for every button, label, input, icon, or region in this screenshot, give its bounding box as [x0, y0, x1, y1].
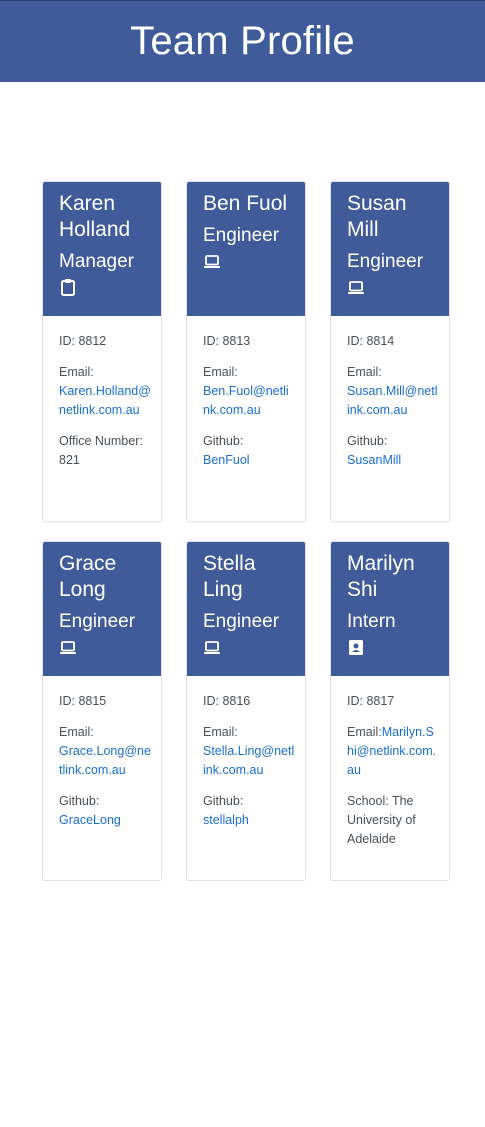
office-number-field: Office Number: 821: [59, 432, 151, 470]
clipboard-icon: [61, 279, 75, 296]
employee-name: Karen Holland: [59, 192, 131, 241]
employee-role: Manager: [59, 251, 134, 272]
email-field: Email:Marilyn.Shi@netlink.com.au: [347, 723, 439, 780]
email-label: Email:: [59, 365, 94, 379]
school-field: School: The University of Adelaide: [347, 792, 439, 849]
github-field: Github: BenFuol: [203, 432, 295, 470]
employee-name: Grace Long: [59, 552, 117, 601]
email-label: Email:: [59, 725, 94, 739]
employee-role: Intern: [347, 611, 396, 632]
employee-id: ID: 8812: [59, 334, 107, 348]
card-header: Marilyn Shi Intern: [331, 542, 449, 676]
office-number-label: Office Number:: [59, 434, 143, 448]
email-field: Email: Stella.Ling@netlink.com.au: [203, 723, 295, 780]
employee-role: Engineer: [59, 611, 136, 632]
email-link[interactable]: Karen.Holland@netlink.com.au: [59, 384, 151, 417]
github-field: Github: stellalph: [203, 792, 295, 830]
laptop-icon: [204, 641, 220, 654]
github-link[interactable]: BenFuol: [203, 453, 250, 467]
employee-role: Engineer: [203, 225, 280, 246]
email-field: Email: Karen.Holland@netlink.com.au: [59, 363, 151, 420]
card-body: ID: 8814 Email: Susan.Mill@netlink.com.a…: [331, 316, 449, 470]
employee-role: Engineer: [203, 611, 280, 632]
email-field: Email: Grace.Long@netlink.com.au: [59, 723, 151, 780]
employee-id: ID: 8817: [347, 694, 395, 708]
email-link[interactable]: Stella.Ling@netlink.com.au: [203, 744, 294, 777]
page-header: Team Profile: [0, 0, 485, 82]
employee-card-ben-fuol: Ben Fuol Engineer ID: 8813 Email: Ben.Fu…: [186, 181, 306, 522]
email-link[interactable]: Susan.Mill@netlink.com.au: [347, 384, 438, 417]
employee-id: ID: 8815: [59, 694, 107, 708]
email-label: Email:: [203, 725, 238, 739]
github-field: Github: SusanMill: [347, 432, 439, 470]
card-body: ID: 8816 Email: Stella.Ling@netlink.com.…: [187, 676, 305, 830]
github-label: Github:: [59, 794, 100, 808]
employee-name: Susan Mill: [347, 192, 407, 241]
email-link[interactable]: Grace.Long@netlink.com.au: [59, 744, 151, 777]
email-label: Email:: [347, 725, 382, 739]
id-badge-icon: [349, 640, 363, 655]
card-body: ID: 8817 Email:Marilyn.Shi@netlink.com.a…: [331, 676, 449, 849]
employee-card-karen-holland: Karen Holland Manager ID: 8812 Email: Ka…: [42, 181, 162, 522]
employee-card-stella-ling: Stella Ling Engineer ID: 8816 Email: Ste…: [186, 541, 306, 881]
employee-name: Stella Ling: [203, 552, 256, 601]
employee-role: Engineer: [347, 251, 424, 272]
email-link[interactable]: Ben.Fuol@netlink.com.au: [203, 384, 289, 417]
email-field: Email: Ben.Fuol@netlink.com.au: [203, 363, 295, 420]
employee-card-marilyn-shi: Marilyn Shi Intern ID: 8817 Email:Marily…: [330, 541, 450, 881]
github-label: Github:: [347, 434, 388, 448]
github-field: Github: GraceLong: [59, 792, 151, 830]
employee-card-grace-long: Grace Long Engineer ID: 8815 Email: Grac…: [42, 541, 162, 881]
employee-id: ID: 8814: [347, 334, 395, 348]
card-header: Stella Ling Engineer: [187, 542, 305, 676]
email-field: Email: Susan.Mill@netlink.com.au: [347, 363, 439, 420]
email-label: Email:: [203, 365, 238, 379]
school-label: School:: [347, 794, 389, 808]
employee-id: ID: 8813: [203, 334, 251, 348]
employee-id: ID: 8816: [203, 694, 251, 708]
card-body: ID: 8813 Email: Ben.Fuol@netlink.com.au …: [187, 316, 305, 470]
laptop-icon: [348, 281, 364, 294]
email-label: Email:: [347, 365, 382, 379]
card-body: ID: 8815 Email: Grace.Long@netlink.com.a…: [43, 676, 161, 830]
card-header: Karen Holland Manager: [43, 182, 161, 316]
card-header: Grace Long Engineer: [43, 542, 161, 676]
github-link[interactable]: GraceLong: [59, 813, 121, 827]
laptop-icon: [204, 255, 220, 268]
office-number-value: 821: [59, 453, 80, 467]
github-link[interactable]: stellalph: [203, 813, 249, 827]
github-label: Github:: [203, 434, 244, 448]
card-header: Ben Fuol Engineer: [187, 182, 305, 316]
card-header: Susan Mill Engineer: [331, 182, 449, 316]
employee-name: Marilyn Shi: [347, 552, 415, 601]
laptop-icon: [60, 641, 76, 654]
employee-card-susan-mill: Susan Mill Engineer ID: 8814 Email: Susa…: [330, 181, 450, 522]
github-link[interactable]: SusanMill: [347, 453, 401, 467]
github-label: Github:: [203, 794, 244, 808]
page-title: Team Profile: [130, 19, 355, 63]
employee-name: Ben Fuol: [203, 192, 288, 215]
card-body: ID: 8812 Email: Karen.Holland@netlink.co…: [43, 316, 161, 470]
